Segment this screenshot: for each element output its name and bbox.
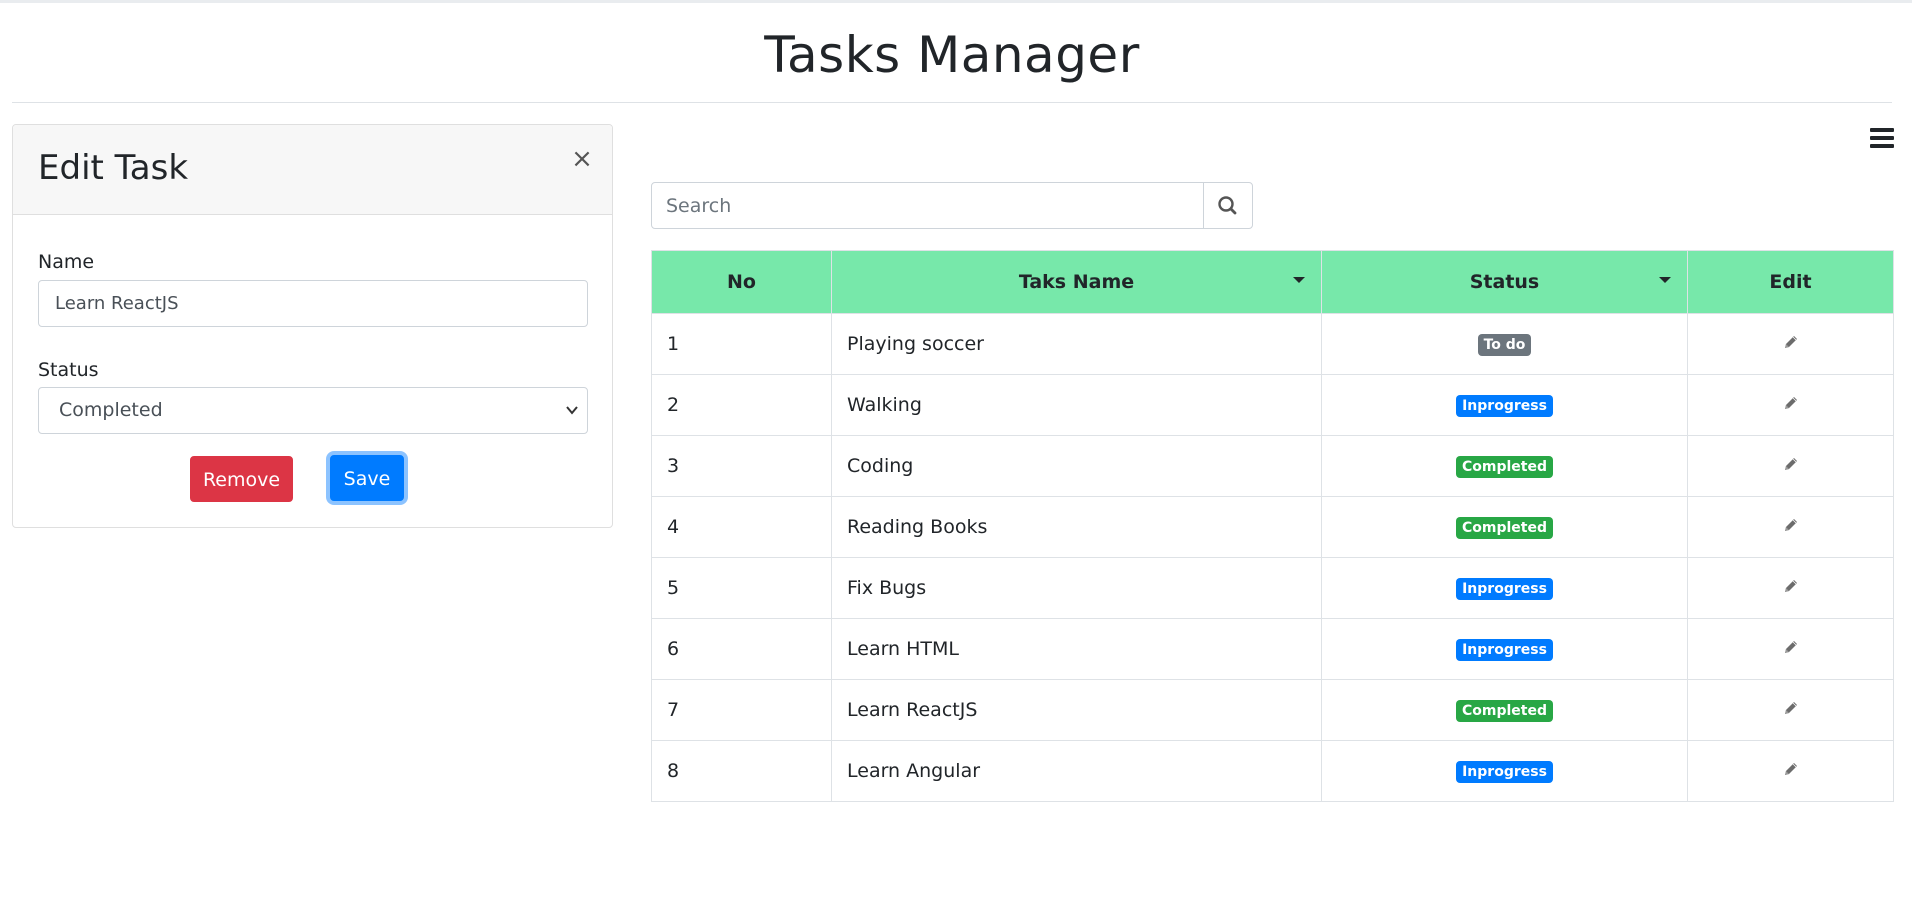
pencil-icon[interactable] [1782,638,1800,661]
table-row: 2 Walking Inprogress [651,374,1894,436]
top-border [0,0,1912,3]
task-name: Reading Books [831,496,1322,558]
task-edit-cell [1687,618,1894,680]
task-edit-cell [1687,557,1894,619]
task-status-cell: Inprogress [1321,618,1688,680]
task-name: Coding [831,435,1322,497]
table-header-row: No Taks Name Status Edit [651,250,1894,314]
table-row: 6 Learn HTML Inprogress [651,618,1894,680]
remove-button[interactable]: Remove [190,456,293,502]
task-edit-cell [1687,435,1894,497]
edit-task-panel: Edit Task × Name Status Completed Remove… [12,124,613,528]
hamburger-icon[interactable] [1870,128,1894,150]
task-no: 6 [651,618,832,680]
column-header-no-label: No [727,271,756,293]
column-header-no: No [651,250,832,314]
table-row: 5 Fix Bugs Inprogress [651,557,1894,619]
status-badge: Inprogress [1456,761,1553,783]
task-status-cell: To do [1321,313,1688,375]
close-icon[interactable]: × [570,146,594,172]
pencil-icon[interactable] [1782,577,1800,600]
table-row: 3 Coding Completed [651,435,1894,497]
tasks-table: No Taks Name Status Edit 1 Playing soccer… [651,250,1894,802]
caret-down-icon[interactable] [1293,277,1305,283]
pencil-icon[interactable] [1782,455,1800,478]
task-no: 7 [651,679,832,741]
page-title: Tasks Manager [764,26,1140,84]
task-status-cell: Inprogress [1321,374,1688,436]
task-no: 5 [651,557,832,619]
status-badge: Completed [1455,517,1553,539]
search-icon [1218,196,1237,215]
pencil-icon[interactable] [1782,516,1800,539]
task-edit-cell [1687,496,1894,558]
edit-task-title: Edit Task [38,148,189,188]
task-name: Walking [831,374,1322,436]
status-select-value: Completed [59,399,163,421]
task-edit-cell [1687,374,1894,436]
status-badge: Completed [1455,456,1553,478]
column-header-status-label: Status [1469,271,1540,293]
task-status-cell: Completed [1321,496,1688,558]
column-header-status[interactable]: Status [1321,250,1688,314]
table-row: 4 Reading Books Completed [651,496,1894,558]
caret-down-icon[interactable] [1659,277,1671,283]
status-select[interactable]: Completed [38,387,588,434]
chevron-down-icon [565,388,579,452]
status-badge: Inprogress [1456,639,1553,661]
task-status-cell: Completed [1321,435,1688,497]
column-header-edit-label: Edit [1769,271,1812,293]
title-divider [12,102,1892,103]
task-name: Learn Angular [831,740,1322,802]
task-edit-cell [1687,313,1894,375]
column-header-name[interactable]: Taks Name [831,250,1322,314]
name-label: Name [38,251,95,273]
task-status-cell: Completed [1321,679,1688,741]
task-name: Learn ReactJS [831,679,1322,741]
pencil-icon[interactable] [1782,699,1800,722]
status-badge: Inprogress [1456,578,1553,600]
task-name: Playing soccer [831,313,1322,375]
save-button[interactable]: Save [330,455,404,501]
task-status-cell: Inprogress [1321,557,1688,619]
task-status-cell: Inprogress [1321,740,1688,802]
edit-task-header: Edit Task × [13,125,612,215]
task-edit-cell [1687,740,1894,802]
search-button[interactable] [1203,182,1253,229]
task-no: 4 [651,496,832,558]
table-row: 8 Learn Angular Inprogress [651,740,1894,802]
task-name: Fix Bugs [831,557,1322,619]
name-input[interactable] [38,280,588,327]
table-row: 1 Playing soccer To do [651,313,1894,375]
search-input[interactable] [651,182,1204,229]
task-no: 1 [651,313,832,375]
status-badge: Completed [1455,700,1553,722]
task-no: 3 [651,435,832,497]
column-header-edit: Edit [1687,250,1894,314]
task-no: 2 [651,374,832,436]
table-row: 7 Learn ReactJS Completed [651,679,1894,741]
pencil-icon[interactable] [1782,760,1800,783]
task-no: 8 [651,740,832,802]
column-header-name-label: Taks Name [1018,271,1135,293]
pencil-icon[interactable] [1782,394,1800,417]
task-edit-cell [1687,679,1894,741]
status-badge: To do [1477,334,1532,356]
status-label: Status [38,359,99,381]
task-name: Learn HTML [831,618,1322,680]
status-badge: Inprogress [1456,395,1553,417]
pencil-icon[interactable] [1782,333,1800,356]
